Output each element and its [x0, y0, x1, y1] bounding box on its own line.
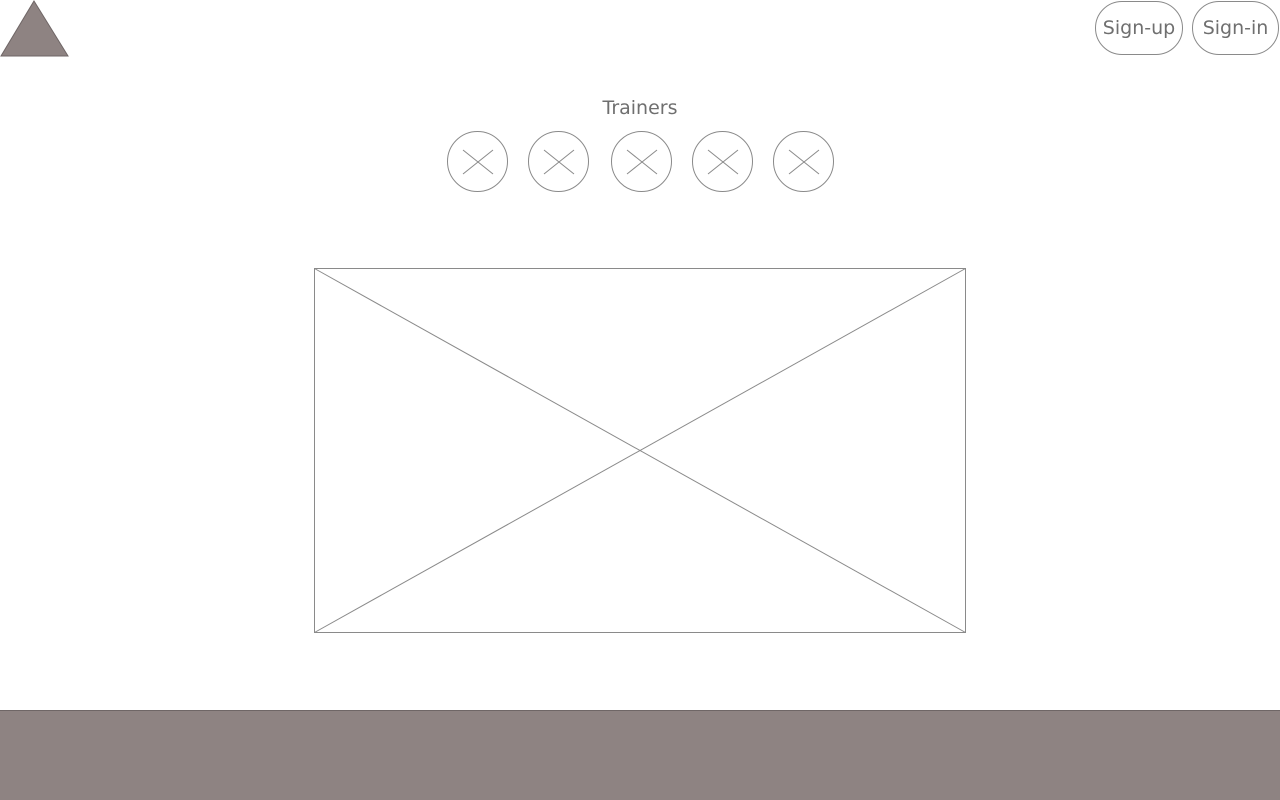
page: Sign-up Sign-in Trainers: [0, 0, 1280, 800]
trainer-avatar-1[interactable]: [447, 131, 508, 192]
trainer-avatar-5[interactable]: [773, 131, 834, 192]
image-placeholder-icon: [788, 149, 819, 174]
sign-up-button[interactable]: Sign-up: [1095, 1, 1183, 55]
image-placeholder-icon: [543, 149, 574, 174]
image-placeholder-icon: [314, 268, 966, 633]
trainers-title: Trainers: [602, 97, 678, 119]
trainer-avatar-2[interactable]: [528, 131, 589, 192]
triangle-logo-icon[interactable]: [0, 0, 70, 57]
hero-image-placeholder: [314, 268, 966, 633]
trainer-avatar-4[interactable]: [692, 131, 753, 192]
sign-in-button[interactable]: Sign-in: [1192, 1, 1279, 55]
image-placeholder-icon: [707, 149, 738, 174]
footer-bar: [0, 710, 1280, 800]
trainer-avatar-3[interactable]: [611, 131, 672, 192]
image-placeholder-icon: [626, 149, 657, 174]
image-placeholder-icon: [462, 149, 493, 174]
